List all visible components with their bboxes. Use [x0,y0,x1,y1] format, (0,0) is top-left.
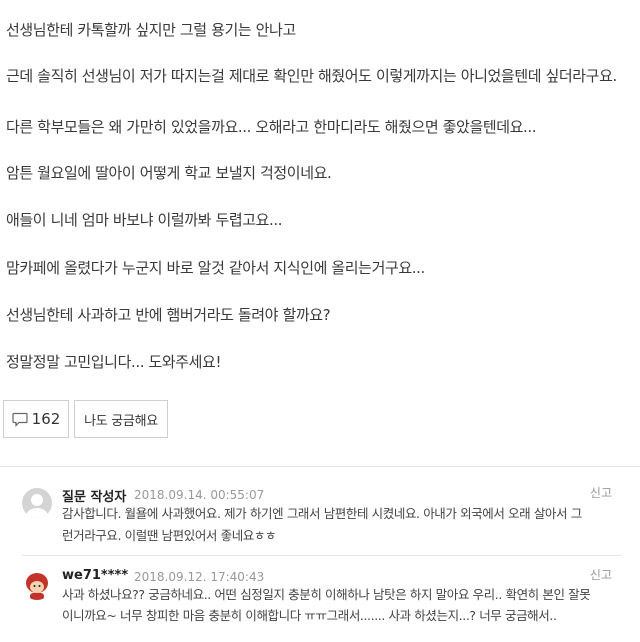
section-divider [0,466,640,467]
post-paragraph: 다른 학부모들은 왜 가만히 있었을까요... 오해라고 한마디라도 해줬으면 … [6,118,537,136]
comment-divider [22,555,622,556]
report-link[interactable]: 신고 [590,484,612,501]
post-actions: 162 나도 궁금해요 [3,400,168,438]
me-too-curious-button[interactable]: 나도 궁금해요 [74,400,168,438]
character-avatar-icon [26,573,48,600]
avatar[interactable] [22,570,52,600]
comment-text-line: 이니까요~ 너무 창피한 마음 충분히 이해합니다 ㅠㅠ그래서....... 사… [62,608,557,623]
post-paragraph: 애들이 니네 엄마 바보냐 이럴까봐 두렵고요... [6,211,283,229]
post-paragraph: 선생님한테 사과하고 반에 햄버거라도 돌려야 할까요? [6,306,331,324]
post-paragraph: 정말정말 고민입니다... 도와주세요! [6,353,222,371]
like-count: 162 [31,410,61,428]
comment-author[interactable]: we71**** [62,568,128,583]
post-paragraph: 암튼 월요일에 딸아이 어떻게 학교 보낼지 걱정이네요. [6,164,332,182]
comment-text-line: 사과 하셨나요?? 궁금하네요.. 어떤 심정일지 충분히 이해하나 남탓은 하… [62,587,591,602]
comment-date: 2018.09.14. 00:55:07 [134,488,265,502]
post-paragraph: 선생님한테 카톡할까 싶지만 그럴 용기는 안나고 [6,21,296,39]
like-button[interactable]: 162 [3,400,69,438]
default-user-avatar-icon [26,494,48,518]
comment-text-line: 감사합니다. 월욜에 사과했어요. 제가 하기엔 그래서 남편한테 시켰네요. … [62,506,582,521]
comment-text-line: 런거라구요. 이럴땐 남편있어서 좋네요ㅎㅎ [62,528,277,543]
speech-bubble-icon [12,412,28,427]
avatar[interactable] [22,488,52,518]
report-link[interactable]: 신고 [590,566,612,583]
post-paragraph: 맘카페에 올렸다가 누군지 바로 알것 같아서 지식인에 올리는거구요... [6,259,425,277]
comment-date: 2018.09.12. 17:40:43 [134,570,265,584]
post-paragraph: 근데 솔직히 선생님이 저가 따지는걸 제대로 확인만 해줬어도 이렇게까지는 … [6,67,617,85]
